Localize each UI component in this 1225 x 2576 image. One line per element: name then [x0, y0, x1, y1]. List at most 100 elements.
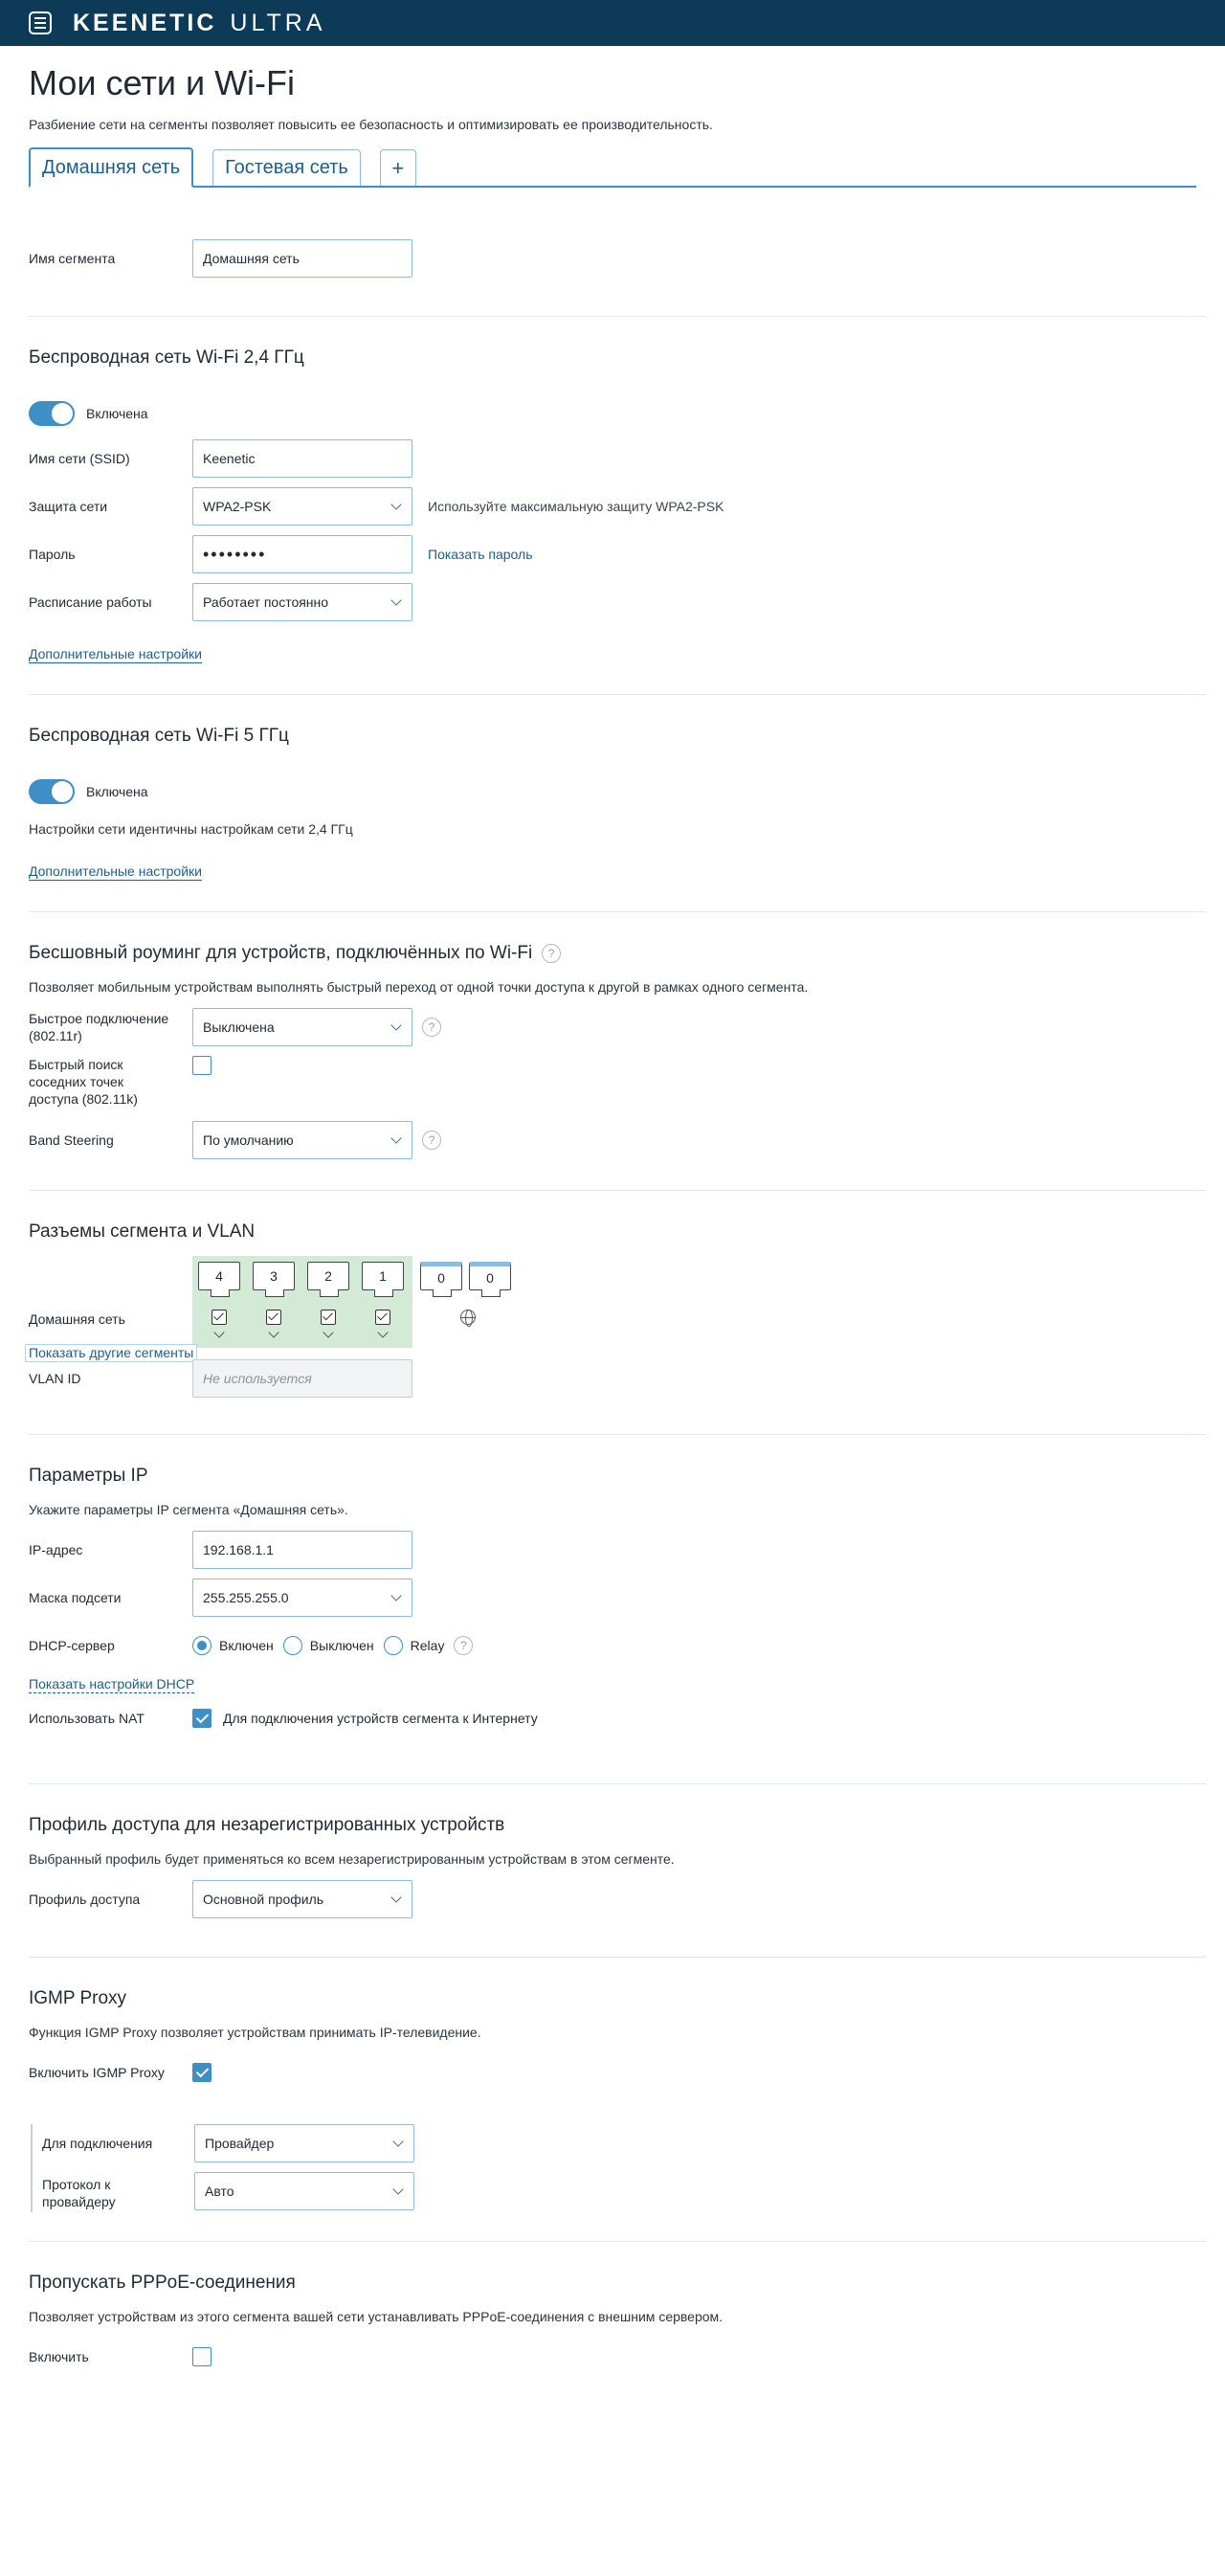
roaming-desc: Позволяет мобильным устройствам выполнят…	[29, 979, 809, 995]
port-1-checkbox[interactable]	[375, 1310, 390, 1325]
top-bar: KEENETIC ULTRA	[0, 0, 1225, 46]
add-segment-button[interactable]: +	[379, 149, 416, 186]
neighbor-search-checkbox[interactable]	[192, 1056, 212, 1075]
wifi5-section: Беспроводная сеть Wi-Fi 5 ГГц Включена Н…	[29, 695, 1206, 912]
dhcp-help-icon[interactable]: ?	[454, 1636, 474, 1655]
dhcp-relay-radio[interactable]	[383, 1636, 403, 1655]
ip-address-label: IP-адрес	[29, 1542, 83, 1557]
dhcp-relay-label: Relay	[410, 1638, 445, 1653]
subnet-mask-select[interactable]: 255.255.255.0	[192, 1579, 412, 1617]
lan-port-2: 2	[307, 1262, 349, 1297]
show-dhcp-settings-link[interactable]: Показать настройки DHCP	[29, 1676, 195, 1693]
wifi5-toggle-label: Включена	[86, 784, 148, 799]
wan-port-0: 0	[420, 1262, 462, 1297]
ports-row-label: Домашняя сеть	[29, 1311, 125, 1327]
wifi24-advanced-link[interactable]: Дополнительные настройки	[29, 646, 202, 663]
usb-port-0: 0	[469, 1262, 511, 1297]
roaming-help-icon[interactable]: ?	[542, 944, 562, 963]
pppoe-section: Пропускать PPPoE-соединения Позволяет ус…	[29, 2242, 1206, 2407]
access-profile-label: Профиль доступа	[29, 1892, 141, 1907]
segment-name-input[interactable]: Домашняя сеть	[192, 239, 412, 278]
fast-connect-label: Быстрое подключение (802.11r)	[29, 1011, 169, 1043]
security-label: Защита сети	[29, 499, 108, 514]
wifi24-section: Беспроводная сеть Wi-Fi 2,4 ГГц Включена…	[29, 317, 1206, 695]
tab-home-network[interactable]: Домашняя сеть	[29, 147, 194, 188]
port-2-checkbox[interactable]	[321, 1310, 336, 1325]
fast-connect-help-icon[interactable]: ?	[422, 1018, 441, 1037]
schedule-label: Расписание работы	[29, 594, 152, 610]
segment-tabs: Домашняя сеть Гостевая сеть +	[29, 147, 1196, 188]
subnet-mask-label: Маска подсети	[29, 1590, 122, 1605]
igmp-enable-checkbox[interactable]	[192, 2063, 212, 2082]
brand-model: ULTRA	[230, 9, 326, 36]
ip-address-input[interactable]: 192.168.1.1	[192, 1531, 412, 1569]
band-steering-help-icon[interactable]: ?	[422, 1131, 441, 1150]
fast-connect-select[interactable]: Выключена	[192, 1008, 412, 1046]
igmp-enable-label: Включить IGMP Proxy	[29, 2065, 165, 2080]
igmp-title: IGMP Proxy	[29, 1988, 127, 2008]
band-steering-label: Band Steering	[29, 1132, 114, 1148]
port-3-checkbox[interactable]	[266, 1310, 281, 1325]
security-select[interactable]: WPA2-PSK	[192, 487, 412, 526]
profile-desc: Выбранный профиль будет применяться ко в…	[29, 1851, 675, 1867]
vlan-label: VLAN ID	[29, 1371, 81, 1386]
igmp-connection-label: Для подключения	[42, 2136, 153, 2151]
tab-guest-network[interactable]: Гостевая сеть	[212, 149, 361, 186]
dhcp-label: DHCP-сервер	[29, 1638, 115, 1653]
ip-title: Параметры IP	[29, 1466, 148, 1486]
roaming-title: Бесшовный роуминг для устройств, подключ…	[29, 943, 1206, 964]
lan-port-1: 1	[362, 1262, 404, 1297]
roaming-title-text: Бесшовный роуминг для устройств, подключ…	[29, 943, 533, 963]
neighbor-search-label: Быстрый поиск соседних точек доступа (80…	[29, 1057, 138, 1107]
wifi5-advanced-link[interactable]: Дополнительные настройки	[29, 863, 202, 881]
pppoe-enable-checkbox[interactable]	[192, 2347, 212, 2366]
igmp-protocol-select[interactable]: Авто	[194, 2172, 414, 2210]
show-password-link[interactable]: Показать пароль	[428, 547, 533, 562]
ports-title: Разъемы сегмента и VLAN	[29, 1221, 256, 1242]
ssid-label: Имя сети (SSID)	[29, 451, 130, 466]
dhcp-on-label: Включен	[219, 1638, 274, 1653]
brand-name: KEENETIC	[73, 9, 217, 36]
segment-section: Имя сегмента Домашняя сеть	[29, 188, 1206, 317]
ports-diagram: 4 3 2 1 0 0 Домашняя сеть Показать други…	[25, 1256, 1206, 1362]
band-steering-select[interactable]: По умолчанию	[192, 1121, 412, 1159]
dhcp-off-label: Выключен	[309, 1638, 374, 1653]
pppoe-title: Пропускать PPPoE-соединения	[29, 2273, 296, 2293]
wifi24-title: Беспроводная сеть Wi-Fi 2,4 ГГц	[29, 347, 304, 368]
port-4-checkbox[interactable]	[212, 1310, 227, 1325]
page-content: Мои сети и Wi-Fi Разбиение сети на сегме…	[0, 63, 1206, 2407]
password-label: Пароль	[29, 547, 76, 562]
page-title: Мои сети и Wi-Fi	[29, 63, 296, 102]
pppoe-enable-label: Включить	[29, 2349, 89, 2364]
segment-name-label: Имя сегмента	[29, 251, 116, 266]
nat-text: Для подключения устройств сегмента к Инт…	[223, 1711, 538, 1726]
profile-section: Профиль доступа для незарегистрированных…	[29, 1784, 1206, 1958]
ip-desc: Укажите параметры IP сегмента «Домашняя …	[29, 1502, 348, 1517]
dhcp-on-radio[interactable]	[192, 1636, 212, 1655]
show-other-segments-link[interactable]: Показать другие сегменты	[25, 1344, 198, 1362]
ssid-input[interactable]: Keenetic	[192, 439, 412, 478]
wifi24-toggle[interactable]	[29, 401, 75, 426]
menu-icon[interactable]	[29, 11, 52, 34]
nat-label: Использовать NAT	[29, 1711, 145, 1726]
page-subtitle: Разбиение сети на сегменты позволяет пов…	[29, 117, 713, 132]
ip-section: Параметры IP Укажите параметры IP сегмен…	[29, 1435, 1206, 1784]
globe-icon	[460, 1310, 476, 1327]
nat-checkbox[interactable]	[192, 1709, 212, 1728]
wifi5-title: Беспроводная сеть Wi-Fi 5 ГГц	[29, 726, 289, 746]
access-profile-select[interactable]: Основной профиль	[192, 1880, 412, 1918]
pppoe-desc: Позволяет устройствам из этого сегмента …	[29, 2309, 724, 2324]
wifi5-toggle[interactable]	[29, 779, 75, 804]
vlan-input[interactable]: Не используется	[192, 1359, 412, 1398]
igmp-desc: Функция IGMP Proxy позволяет устройствам…	[29, 2025, 481, 2040]
lan-port-4: 4	[198, 1262, 240, 1297]
password-input[interactable]: ••••••••	[192, 535, 412, 573]
wifi24-toggle-label: Включена	[86, 406, 148, 421]
schedule-select[interactable]: Работает постоянно	[192, 583, 412, 621]
brand-logo: KEENETIC ULTRA	[73, 10, 326, 37]
igmp-protocol-label: Протокол к провайдеру	[42, 2177, 116, 2209]
wifi5-note: Настройки сети идентичны настройкам сети…	[29, 821, 353, 837]
dhcp-off-radio[interactable]	[282, 1636, 302, 1655]
ports-section: Разъемы сегмента и VLAN 4 3 2 1 0 0 Дома…	[25, 1191, 1206, 1435]
igmp-connection-select[interactable]: Провайдер	[194, 2124, 414, 2162]
